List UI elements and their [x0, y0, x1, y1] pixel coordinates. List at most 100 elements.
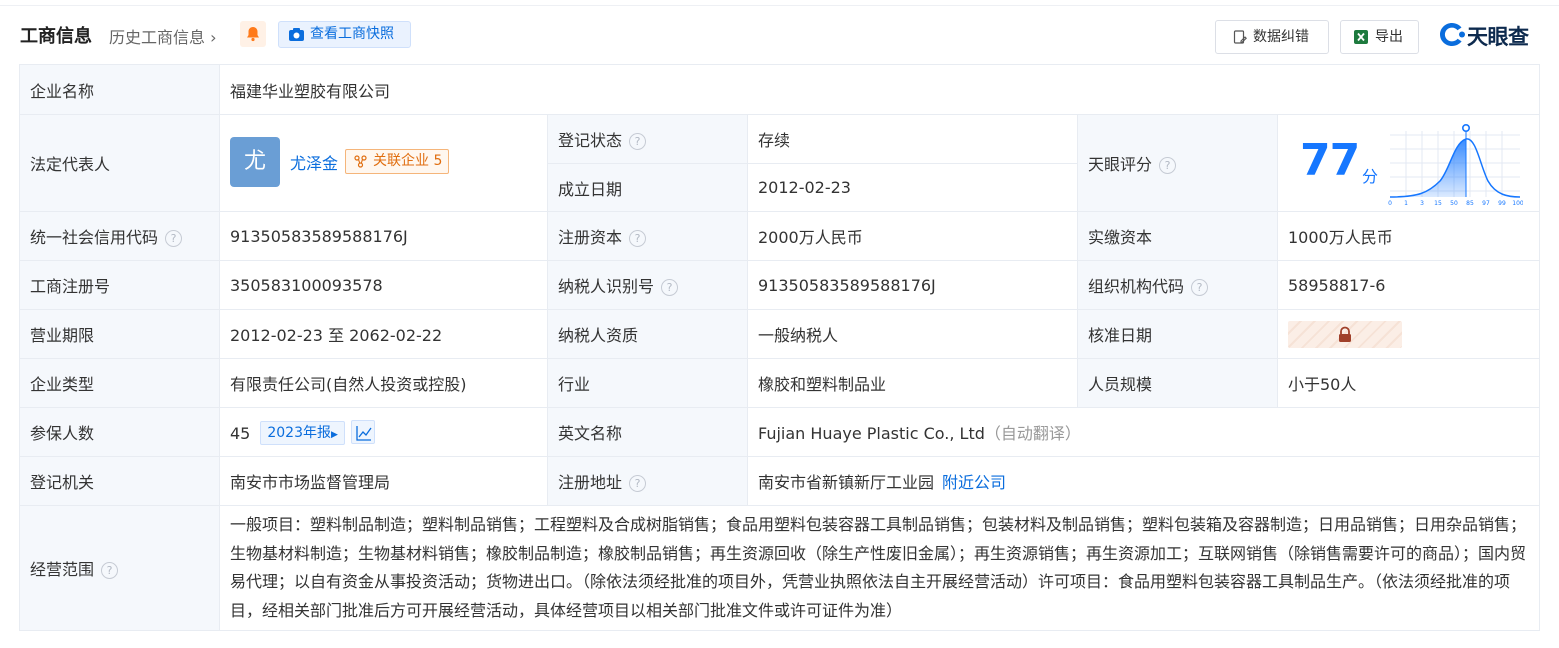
lock-icon	[1339, 326, 1351, 342]
approve-date-value	[1277, 309, 1540, 359]
insured-cell: 45 2023年报▶	[219, 407, 548, 457]
reg-status-label: 登记状态?	[547, 114, 748, 164]
data-correction-button[interactable]: 数据纠错	[1215, 20, 1329, 54]
taxpayer-id-value: 91350583589588176J	[747, 260, 1078, 310]
question-icon[interactable]: ?	[1191, 279, 1209, 296]
business-info-table: 企业名称 福建华业塑胶有限公司 法定代表人 尤 尤泽金 关联企业 5 登记状态?…	[19, 64, 1540, 631]
edit-doc-icon	[1233, 30, 1247, 44]
tick-label: 97	[1482, 200, 1490, 207]
export-button[interactable]: 导出	[1340, 20, 1419, 54]
top-divider	[0, 0, 1559, 6]
related-count: 5	[433, 153, 443, 169]
reg-no-value: 350583100093578	[219, 260, 548, 310]
taxpayer-qual-value: 一般纳税人	[747, 309, 1078, 359]
authority-label: 登记机关	[19, 456, 220, 506]
related-companies-badge[interactable]: 关联企业 5	[345, 149, 450, 174]
staff-value: 小于50人	[1277, 358, 1540, 408]
en-name-label: 英文名称	[547, 407, 748, 457]
en-name-cell: Fujian Huaye Plastic Co., Ltd（自动翻译）	[747, 407, 1540, 457]
address-value: 南安市省新镇新厅工业园	[758, 473, 935, 492]
logo-text: 天眼查	[1467, 25, 1529, 49]
company-name: 福建华业塑胶有限公司	[219, 64, 1540, 115]
taxpayer-id-label: 纳税人识别号?	[547, 260, 748, 310]
industry-label: 行业	[547, 358, 748, 408]
found-date-value: 2012-02-23	[747, 163, 1078, 212]
excel-icon	[1354, 30, 1368, 44]
score-label: 天眼评分?	[1077, 114, 1278, 212]
legal-rep-label: 法定代表人	[19, 114, 220, 212]
legal-rep-name-link[interactable]: 尤泽金	[290, 150, 338, 174]
paid-capital-label: 实缴资本	[1077, 211, 1278, 261]
score-cell[interactable]: 77 分 0 1 3 15 50 85 97 99 100	[1277, 114, 1540, 212]
snapshot-button[interactable]: 查看工商快照	[278, 21, 411, 48]
tick-label: 3	[1420, 200, 1424, 207]
score-unit: 分	[1362, 167, 1379, 186]
question-icon[interactable]: ?	[629, 133, 647, 150]
history-link[interactable]: 历史工商信息 ›	[109, 24, 217, 48]
section-header: 工商信息 历史工商信息 › 查看工商快照 数据纠错 导出 天眼查	[0, 14, 1559, 54]
question-icon[interactable]: ?	[661, 279, 679, 296]
locked-value[interactable]	[1288, 320, 1402, 348]
table-row: 法定代表人 尤 尤泽金 关联企业 5 登记状态? 存续 天眼评分? 77 分 0…	[19, 114, 1540, 212]
term-value: 2012-02-23 至 2062-02-22	[219, 309, 548, 359]
auto-translate-note: （自动翻译）	[984, 424, 1081, 443]
question-icon[interactable]: ?	[629, 230, 647, 247]
tick-label: 50	[1450, 200, 1458, 207]
question-icon[interactable]: ?	[629, 475, 647, 492]
table-row: 参保人数 45 2023年报▶ 英文名称 Fujian Huaye Plastic…	[19, 407, 1540, 457]
table-row: 企业类型 有限责任公司(自然人投资或控股) 行业 橡胶和塑料制品业 人员规模 小…	[19, 358, 1540, 408]
table-row: 营业期限 2012-02-23 至 2062-02-22 纳税人资质 一般纳税人…	[19, 309, 1540, 359]
found-date-label: 成立日期	[547, 163, 748, 212]
question-icon[interactable]: ?	[165, 230, 183, 247]
caret-right-icon: ▶	[331, 429, 338, 440]
tick-label: 0	[1388, 200, 1392, 207]
scope-value: 一般项目：塑料制品制造；塑料制品销售；工程塑料及合成树脂销售；食品用塑料包装容器…	[219, 505, 1540, 631]
reg-no-label: 工商注册号	[19, 260, 220, 310]
address-cell: 南安市省新镇新厅工业园 附近公司	[747, 456, 1540, 506]
question-icon[interactable]: ?	[1159, 157, 1177, 174]
bell-icon	[247, 27, 259, 42]
legal-rep-cell: 尤 尤泽金 关联企业 5	[219, 114, 548, 212]
reg-status-value: 存续	[747, 114, 1078, 164]
credit-code-value: 91350583589588176J	[219, 211, 548, 261]
avatar[interactable]: 尤	[230, 137, 280, 187]
table-row: 登记机关 南安市市场监督管理局 注册地址? 南安市省新镇新厅工业园 附近公司	[19, 456, 1540, 506]
type-value: 有限责任公司(自然人投资或控股)	[219, 358, 548, 408]
logo-mark-icon	[1440, 23, 1465, 46]
trend-chart-icon	[356, 425, 372, 441]
authority-value: 南安市市场监督管理局	[219, 456, 548, 506]
org-code-value: 58958817-6	[1277, 260, 1540, 310]
section-title: 工商信息	[20, 26, 92, 47]
type-label: 企业类型	[19, 358, 220, 408]
nearby-companies-link[interactable]: 附近公司	[942, 473, 1006, 492]
question-icon[interactable]: ?	[101, 562, 119, 579]
score-value: 77	[1300, 135, 1360, 186]
table-row: 经营范围? 一般项目：塑料制品制造；塑料制品销售；工程塑料及合成树脂销售；食品用…	[19, 505, 1540, 631]
table-row: 工商注册号 350583100093578 纳税人识别号? 9135058358…	[19, 260, 1540, 310]
chevron-right-icon: ›	[210, 28, 217, 47]
annual-report-badge[interactable]: 2023年报▶	[260, 420, 345, 445]
insured-label: 参保人数	[19, 407, 220, 457]
tick-label: 1	[1404, 200, 1408, 207]
tick-label: 99	[1498, 200, 1506, 207]
tick-label: 15	[1434, 200, 1442, 207]
term-label: 营业期限	[19, 309, 220, 359]
credit-code-label: 统一社会信用代码?	[19, 211, 220, 261]
table-row: 统一社会信用代码? 91350583589588176J 注册资本? 2000万…	[19, 211, 1540, 261]
industry-value: 橡胶和塑料制品业	[747, 358, 1078, 408]
score-distribution-chart: 0 1 3 15 50 85 97 99 100	[1388, 123, 1523, 207]
en-name-value: Fujian Huaye Plastic Co., Ltd	[758, 424, 985, 443]
trend-chart-button[interactable]	[350, 419, 375, 444]
reg-capital-value: 2000万人民币	[747, 211, 1078, 261]
tick-label: 100	[1512, 200, 1523, 207]
tick-label: 85	[1466, 200, 1474, 207]
network-icon	[354, 155, 367, 168]
insured-value: 45	[230, 423, 251, 443]
camera-icon	[289, 28, 304, 41]
bell-button[interactable]	[240, 21, 266, 47]
company-name-label: 企业名称	[19, 64, 220, 115]
table-row: 企业名称 福建华业塑胶有限公司	[19, 64, 1540, 115]
reg-capital-label: 注册资本?	[547, 211, 748, 261]
approve-date-label: 核准日期	[1077, 309, 1278, 359]
org-code-label: 组织机构代码?	[1077, 260, 1278, 310]
